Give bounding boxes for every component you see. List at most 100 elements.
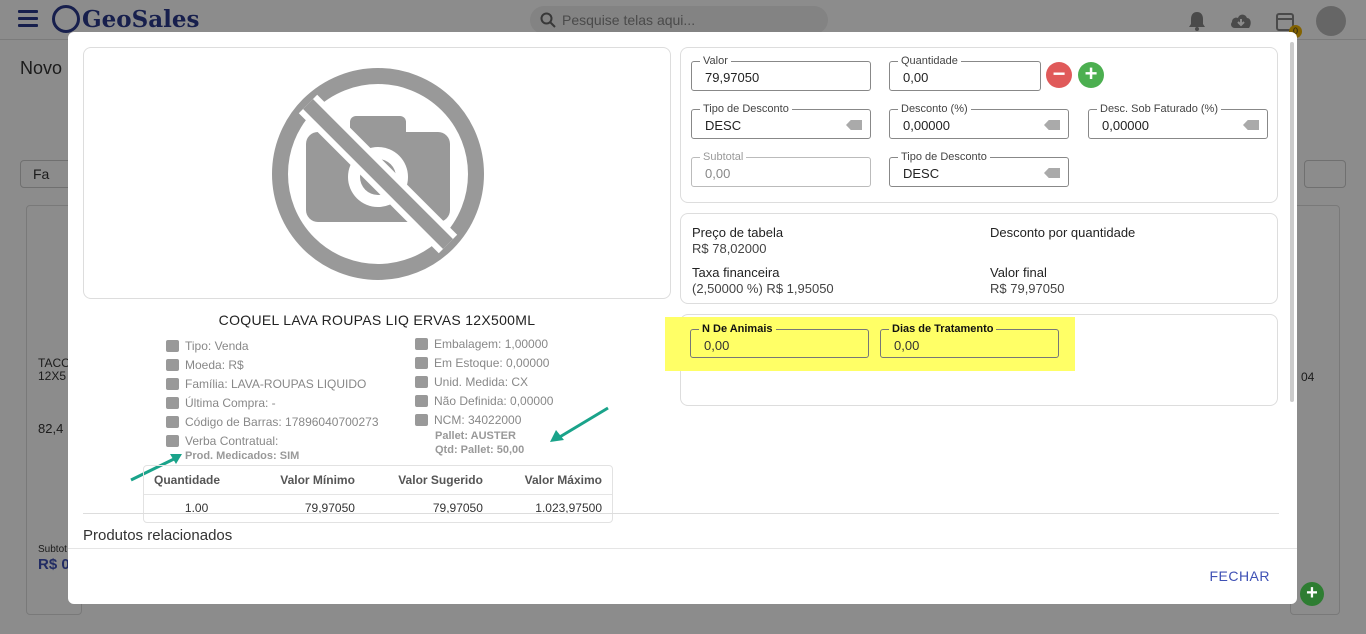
info-item: Embalagem: 1,00000 (415, 334, 553, 353)
info-text: Embalagem: 1,00000 (434, 336, 549, 351)
field-label: Desconto (%) (898, 102, 971, 116)
table-cell: 79,97050 (432, 501, 483, 516)
product-detail-modal: COQUEL LAVA ROUPAS LIQ ERVAS 12X500ML Ti… (68, 32, 1297, 604)
increase-quantity-button[interactable]: + (1078, 62, 1104, 88)
boxes-icon (415, 356, 428, 369)
product-info-left: Tipo: Venda Moeda: R$ Família: LAVA-ROUP… (166, 336, 379, 463)
valor-field[interactable]: Valor 79,97050 (691, 54, 871, 91)
decrease-quantity-button[interactable]: − (1046, 62, 1072, 88)
field-label: Desc. Sob Faturado (%) (1097, 102, 1221, 116)
info-text: Tipo: Venda (185, 338, 249, 353)
field-label: Tipo de Desconto (898, 150, 990, 164)
preco-tabela-value: R$ 78,02000 (692, 241, 767, 256)
history-icon (166, 396, 179, 409)
field-value: DESC (705, 118, 742, 133)
clear-icon[interactable] (846, 120, 862, 130)
column-header: Valor Sugerido (364, 466, 493, 495)
highlight-box: N De Animais 0,00 Dias de Tratamento 0,0… (665, 317, 1075, 371)
barcode-icon (415, 413, 428, 426)
info-text: Código de Barras: 17896040700273 (185, 414, 379, 429)
related-products-title: Produtos relacionados (83, 527, 233, 544)
field-value: DESC (903, 166, 940, 181)
coins-icon (166, 434, 179, 447)
tipo-desconto-select-2[interactable]: Tipo de Desconto DESC (889, 150, 1069, 187)
users-icon (166, 377, 179, 390)
info-item: Unid. Medida: CX (415, 372, 553, 391)
annotation-arrow (550, 406, 609, 442)
info-item: Última Compra: - (166, 393, 379, 412)
info-subtext: Qtd: Pallet: 50,00 (435, 444, 525, 456)
coins-icon (166, 358, 179, 371)
info-item: Moeda: R$ (166, 355, 379, 374)
info-text: NCM: 34022000 (434, 412, 522, 427)
field-value: 0,00 (903, 70, 929, 85)
ruler-icon (415, 394, 428, 407)
info-subtext: Pallet: AUSTER (435, 430, 516, 442)
close-button[interactable]: FECHAR (1209, 568, 1270, 584)
field-value: 0,00 (894, 338, 920, 353)
no-photo-icon (272, 68, 484, 280)
field-label: Dias de Tratamento (889, 322, 997, 336)
price-range-table: Quantidade Valor Mínimo Valor Sugerido V… (143, 465, 613, 523)
divider (68, 548, 1297, 549)
field-value: 79,97050 (705, 70, 760, 85)
scrollbar[interactable] (1290, 42, 1294, 402)
table-cell: 1.00 (184, 501, 209, 516)
preco-tabela-label: Preço de tabela (692, 225, 784, 240)
info-text: Unid. Medida: CX (434, 374, 529, 389)
info-item: Tipo: Venda (166, 336, 379, 355)
field-value: 0,00 (705, 166, 731, 181)
info-item: Família: LAVA-ROUPAS LIQUIDO (166, 374, 379, 393)
desc-sob-faturado-field[interactable]: Desc. Sob Faturado (%) 0,00000 (1088, 102, 1268, 139)
table-cell: 79,97050 (304, 501, 355, 516)
dias-tratamento-field[interactable]: Dias de Tratamento 0,00 (880, 322, 1059, 358)
clear-icon[interactable] (1243, 120, 1259, 130)
field-label: Quantidade (898, 54, 961, 68)
info-text: Verba Contratual: (185, 433, 279, 448)
field-label: Valor (700, 54, 731, 68)
info-text: Família: LAVA-ROUPAS LIQUIDO (185, 376, 367, 391)
pricing-form-panel: Valor 79,97050 Quantidade 0,00 − + Tipo … (680, 47, 1278, 203)
info-item: Código de Barras: 17896040700273 (166, 412, 379, 431)
clear-icon[interactable] (1044, 120, 1060, 130)
table-header-row: Quantidade Valor Mínimo Valor Sugerido V… (144, 466, 612, 495)
subtotal-field: Subtotal 0,00 (691, 150, 871, 187)
table-cell: 1.023,97500 (535, 501, 602, 516)
info-item: Verba Contratual: (166, 431, 379, 450)
n-animais-field[interactable]: N De Animais 0,00 (690, 322, 869, 358)
document-icon (166, 339, 179, 352)
product-info-right: Embalagem: 1,00000 Em Estoque: 0,00000 U… (415, 334, 553, 457)
info-item: Em Estoque: 0,00000 (415, 353, 553, 372)
tipo-desconto-select[interactable]: Tipo de Desconto DESC (691, 102, 871, 139)
field-label: Tipo de Desconto (700, 102, 792, 116)
info-text: Moeda: R$ (185, 357, 244, 372)
field-value: 0,00000 (903, 118, 950, 133)
field-value: 0,00000 (1102, 118, 1149, 133)
product-name: COQUEL LAVA ROUPAS LIQ ERVAS 12X500ML (218, 312, 536, 328)
info-text: Última Compra: - (185, 395, 276, 410)
field-label: N De Animais (699, 322, 776, 336)
desconto-quantidade-label: Desconto por quantidade (990, 225, 1136, 240)
field-value: 0,00 (704, 338, 730, 353)
valor-final-label: Valor final (990, 265, 1047, 280)
field-label: Subtotal (700, 150, 747, 164)
ruler-icon (415, 375, 428, 388)
table-row: 1.00 79,97050 79,97050 1.023,97500 (144, 494, 612, 522)
taxa-financeira-label: Taxa financeira (692, 265, 780, 280)
info-text: Não Definida: 0,00000 (434, 393, 554, 408)
product-image-placeholder (83, 47, 671, 299)
info-subtext: Prod. Medicados: SIM (185, 450, 300, 462)
desconto-field[interactable]: Desconto (%) 0,00000 (889, 102, 1069, 139)
column-header: Quantidade (144, 466, 250, 495)
price-summary-panel: Preço de tabela R$ 78,02000 Desconto por… (680, 213, 1278, 304)
info-item: Não Definida: 0,00000 (415, 391, 553, 410)
column-header: Valor Mínimo (249, 466, 365, 495)
add-icon[interactable]: + (1300, 582, 1324, 606)
quantidade-field[interactable]: Quantidade 0,00 (889, 54, 1041, 91)
taxa-financeira-value: (2,50000 %) R$ 1,95050 (692, 281, 834, 296)
barcode-icon (166, 415, 179, 428)
boxes-icon (415, 337, 428, 350)
info-item: NCM: 34022000 (415, 410, 553, 429)
valor-final-value: R$ 79,97050 (990, 281, 1065, 296)
clear-icon[interactable] (1044, 168, 1060, 178)
